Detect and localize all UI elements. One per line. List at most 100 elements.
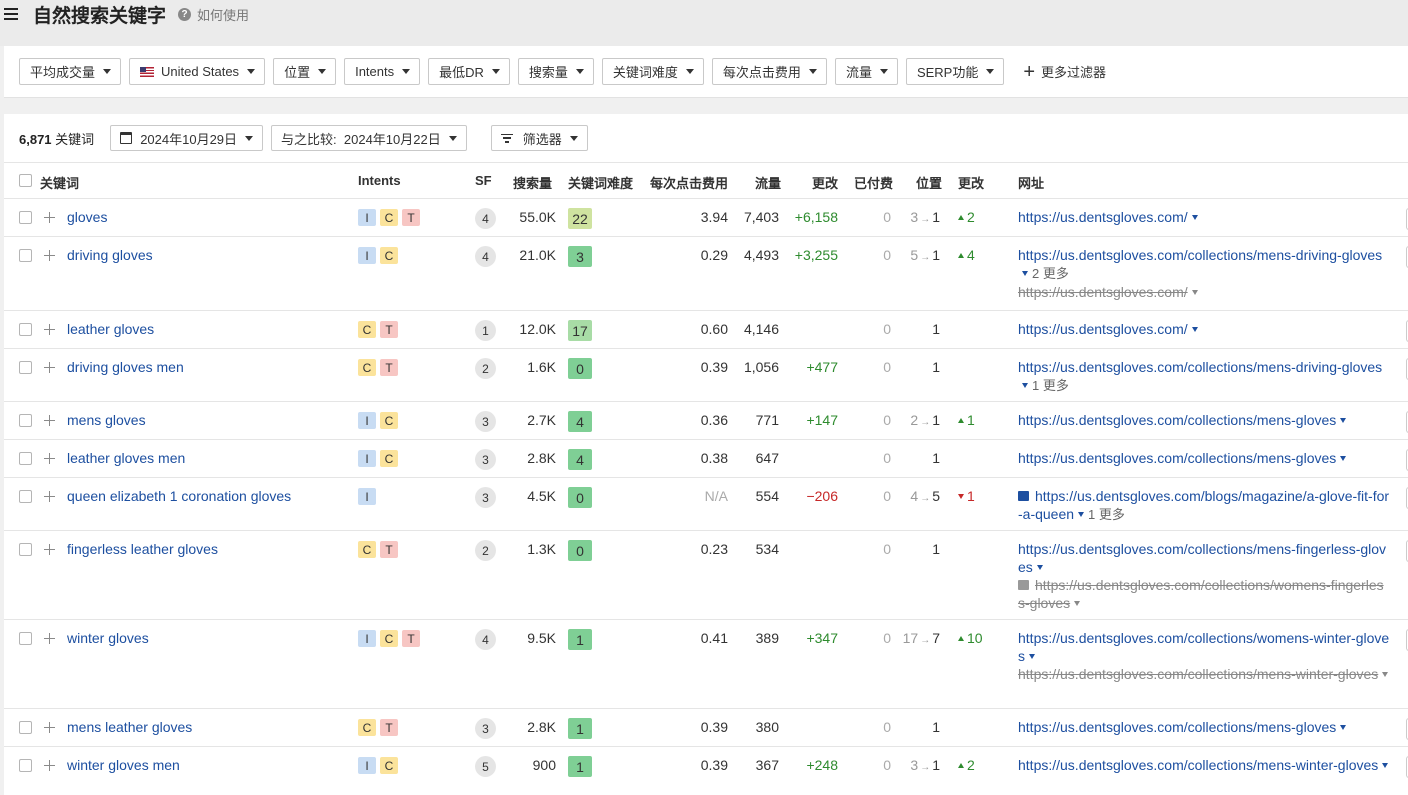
keyword-link[interactable]: mens gloves	[67, 412, 146, 428]
sf-count[interactable]: 3	[475, 411, 496, 432]
col-position[interactable]: 位置	[916, 173, 942, 192]
sf-count[interactable]: 2	[475, 540, 496, 561]
filter-volume[interactable]: 搜索量	[517, 58, 594, 85]
sf-count[interactable]: 5	[475, 756, 496, 777]
col-paid[interactable]: 已付费	[854, 173, 893, 192]
filter-serp[interactable]: SERP功能	[905, 58, 1005, 85]
row-checkbox[interactable]	[19, 490, 32, 503]
col-change[interactable]: 更改	[812, 173, 838, 192]
row-checkbox[interactable]	[19, 414, 32, 427]
add-to-list-icon[interactable]	[44, 453, 55, 464]
keyword-link[interactable]: leather gloves	[67, 321, 154, 337]
sf-count[interactable]: 4	[475, 629, 496, 650]
caret-down-icon[interactable]	[1340, 725, 1347, 730]
caret-down-icon[interactable]	[1029, 654, 1035, 659]
keyword-link[interactable]: leather gloves men	[67, 450, 185, 466]
caret-down-icon[interactable]	[1382, 763, 1389, 768]
filter-kd[interactable]: 关键词难度	[601, 58, 704, 85]
add-to-list-icon[interactable]	[44, 491, 55, 502]
row-checkbox[interactable]	[19, 632, 32, 645]
ranking-url[interactable]: https://us.dentsgloves.com/collections/m…	[1018, 541, 1386, 575]
col-intents[interactable]: Intents	[358, 173, 401, 188]
row-checkbox[interactable]	[19, 211, 32, 224]
sf-count[interactable]: 3	[475, 487, 496, 508]
caret-down-icon[interactable]	[1340, 418, 1347, 423]
add-to-list-icon[interactable]	[44, 362, 55, 373]
menu-icon[interactable]	[4, 8, 18, 20]
more-urls[interactable]: 1 更多	[1088, 507, 1125, 522]
keyword-link[interactable]: driving gloves	[67, 247, 153, 263]
date-picker[interactable]: 2024年10月29日	[110, 125, 264, 151]
filter-min-dr[interactable]: 最低DR	[428, 58, 510, 85]
add-to-list-icon[interactable]	[44, 722, 55, 733]
col-traffic[interactable]: 流量	[755, 173, 781, 192]
sf-count[interactable]: 4	[475, 208, 496, 229]
more-urls[interactable]: 1 更多	[1032, 378, 1069, 393]
sf-count[interactable]: 3	[475, 449, 496, 470]
ranking-url[interactable]: https://us.dentsgloves.com/collections/m…	[1018, 757, 1378, 773]
caret-down-icon[interactable]	[1191, 290, 1198, 295]
ranking-url[interactable]: https://us.dentsgloves.com/blogs/magazin…	[1018, 488, 1389, 522]
filter-cpc[interactable]: 每次点击费用	[711, 58, 827, 85]
filter-traffic[interactable]: 流量	[834, 58, 898, 85]
ranking-url[interactable]: https://us.dentsgloves.com/collections/m…	[1018, 247, 1382, 263]
add-to-list-icon[interactable]	[44, 415, 55, 426]
caret-down-icon[interactable]	[1074, 601, 1081, 606]
ranking-url[interactable]: https://us.dentsgloves.com/collections/m…	[1018, 450, 1336, 466]
row-checkbox[interactable]	[19, 323, 32, 336]
help-link[interactable]: ? 如何使用	[178, 5, 249, 24]
filter-avg-volume[interactable]: 平均成交量	[19, 58, 122, 85]
add-to-list-icon[interactable]	[44, 212, 55, 223]
sf-count[interactable]: 2	[475, 358, 496, 379]
col-pos-change[interactable]: 更改	[958, 173, 984, 192]
col-keyword[interactable]: 关键词	[40, 173, 79, 192]
keyword-link[interactable]: gloves	[67, 209, 107, 225]
ranking-url[interactable]: https://us.dentsgloves.com/collections/m…	[1018, 719, 1336, 735]
col-volume[interactable]: 搜索量	[513, 173, 552, 192]
select-all-checkbox[interactable]	[19, 174, 32, 187]
ranking-url[interactable]: https://us.dentsgloves.com/	[1018, 321, 1188, 337]
caret-down-icon[interactable]	[1022, 383, 1028, 388]
ranking-url[interactable]: https://us.dentsgloves.com/collections/m…	[1018, 359, 1382, 375]
more-filters-button[interactable]: + 更多过滤器	[1023, 62, 1106, 82]
sf-count[interactable]: 4	[475, 246, 496, 267]
more-urls[interactable]: 2 更多	[1032, 266, 1069, 281]
caret-down-icon[interactable]	[1191, 215, 1198, 220]
ranking-url[interactable]: https://us.dentsgloves.com/	[1018, 209, 1188, 225]
add-to-list-icon[interactable]	[44, 250, 55, 261]
filter-position[interactable]: 位置	[273, 58, 337, 85]
row-checkbox[interactable]	[19, 452, 32, 465]
row-checkbox[interactable]	[19, 249, 32, 262]
sf-count[interactable]: 3	[475, 718, 496, 739]
row-checkbox[interactable]	[19, 543, 32, 556]
caret-down-icon[interactable]	[1078, 512, 1085, 517]
row-checkbox[interactable]	[19, 721, 32, 734]
caret-down-icon[interactable]	[1340, 456, 1347, 461]
keyword-link[interactable]: fingerless leather gloves	[67, 541, 218, 557]
caret-down-icon[interactable]	[1382, 672, 1389, 677]
previous-url[interactable]: https://us.dentsgloves.com/	[1018, 284, 1188, 300]
col-sf[interactable]: SF	[475, 173, 492, 188]
filter-button[interactable]: 筛选器	[490, 125, 588, 151]
row-checkbox[interactable]	[19, 361, 32, 374]
caret-down-icon[interactable]	[1022, 271, 1028, 276]
add-to-list-icon[interactable]	[44, 760, 55, 771]
ranking-url[interactable]: https://us.dentsgloves.com/collections/m…	[1018, 412, 1336, 428]
keyword-link[interactable]: winter gloves men	[67, 757, 180, 773]
previous-url[interactable]: https://us.dentsgloves.com/collections/m…	[1018, 666, 1378, 682]
filter-intents[interactable]: Intents	[344, 58, 421, 85]
keyword-link[interactable]: mens leather gloves	[67, 719, 192, 735]
add-to-list-icon[interactable]	[44, 544, 55, 555]
add-to-list-icon[interactable]	[44, 633, 55, 644]
caret-down-icon[interactable]	[1036, 565, 1043, 570]
sf-count[interactable]: 1	[475, 320, 496, 341]
caret-down-icon[interactable]	[1191, 327, 1198, 332]
compare-date-picker[interactable]: 与之比较: 2024年10月22日	[271, 125, 467, 151]
add-to-list-icon[interactable]	[44, 324, 55, 335]
keyword-link[interactable]: queen elizabeth 1 coronation gloves	[67, 488, 291, 504]
filter-country[interactable]: United States	[129, 58, 266, 85]
ranking-url[interactable]: https://us.dentsgloves.com/collections/w…	[1018, 630, 1389, 664]
col-url[interactable]: 网址	[1018, 173, 1044, 192]
previous-url[interactable]: https://us.dentsgloves.com/collections/w…	[1018, 577, 1384, 611]
keyword-link[interactable]: winter gloves	[67, 630, 149, 646]
